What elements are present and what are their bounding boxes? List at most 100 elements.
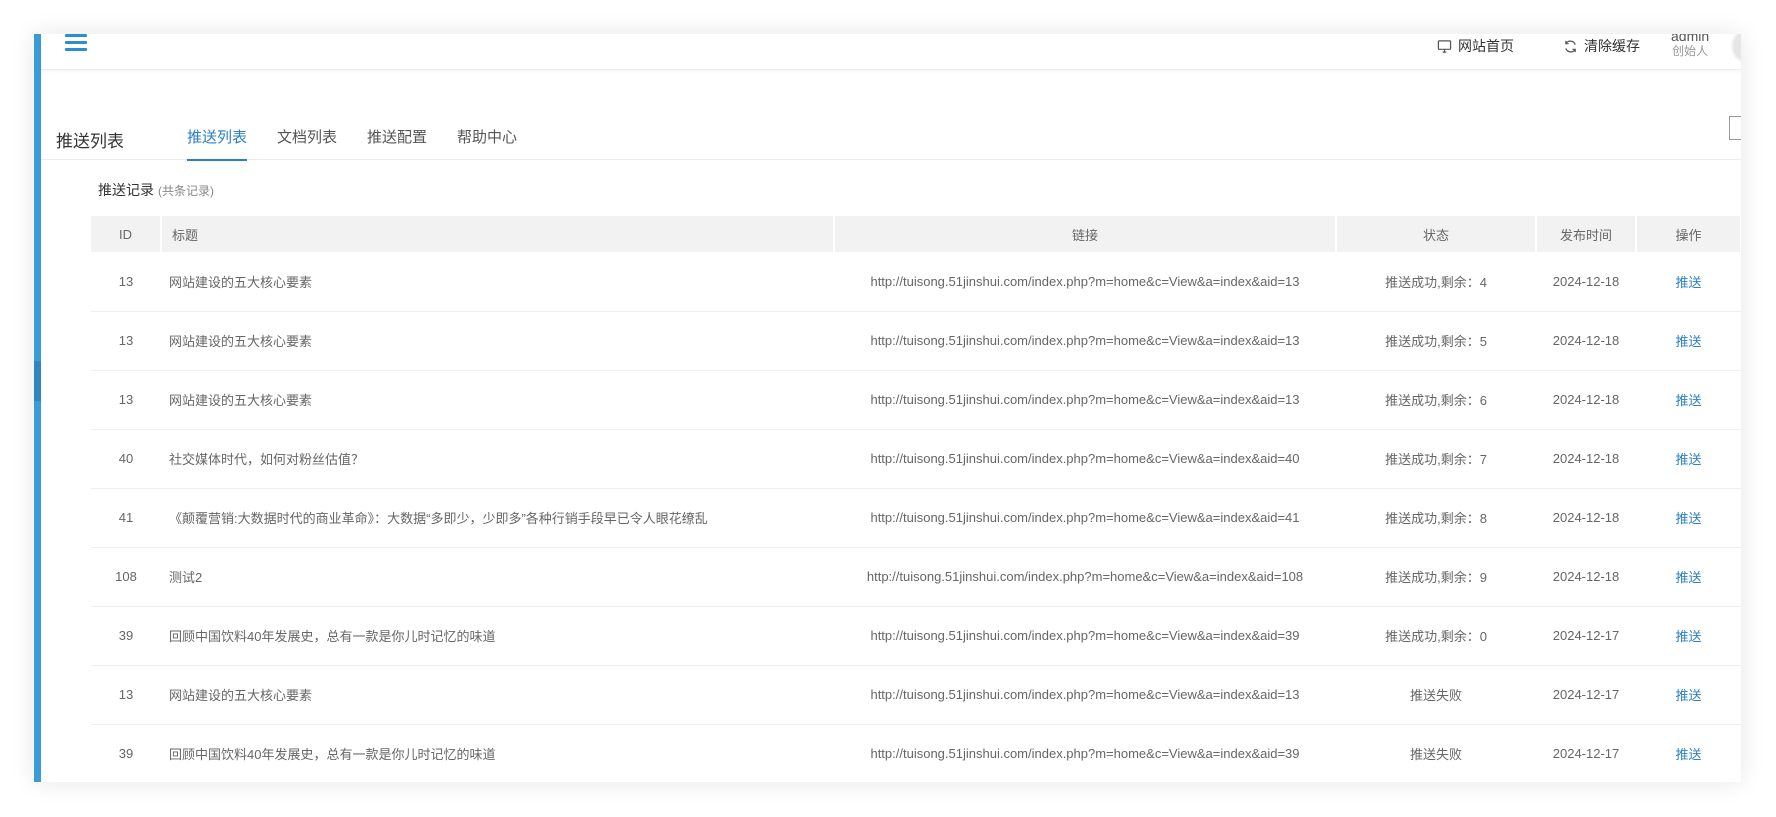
monitor-icon bbox=[1437, 39, 1452, 53]
cell-link: http://tuisong.51jinshui.com/index.php?m… bbox=[834, 370, 1336, 430]
menu-toggle-icon[interactable] bbox=[65, 34, 87, 56]
tab-push-list[interactable]: 推送列表 bbox=[187, 126, 248, 161]
app-frame: 网站首页 清除缓存 admin 创始人 推送列表 推送列表 文档列表 推送配置 … bbox=[34, 34, 1741, 782]
site-home-link[interactable]: 网站首页 bbox=[1437, 36, 1514, 56]
records-heading: 推送记录 (共条记录) bbox=[98, 180, 214, 200]
push-button[interactable]: 推送 bbox=[1675, 747, 1701, 762]
tab-document-list[interactable]: 文档列表 bbox=[277, 126, 337, 159]
cell-operation: 推送 bbox=[1636, 370, 1741, 430]
cell-link: http://tuisong.51jinshui.com/index.php?m… bbox=[834, 665, 1336, 725]
cell-date: 2024-12-18 bbox=[1536, 252, 1636, 312]
push-button[interactable]: 推送 bbox=[1675, 511, 1701, 526]
cell-title: 《颠覆营销:大数据时代的商业革命》：大数据“多即少，少即多”各种行销手段早已令人… bbox=[161, 488, 834, 548]
clear-cache-link[interactable]: 清除缓存 bbox=[1563, 36, 1640, 56]
cell-title: 测试2 bbox=[161, 547, 834, 607]
avatar[interactable] bbox=[1731, 34, 1741, 64]
cell-id: 13 bbox=[91, 252, 161, 312]
cell-operation: 推送 bbox=[1636, 547, 1741, 607]
table-row: 13 网站建设的五大核心要素 http://tuisong.51jinshui.co… bbox=[91, 252, 1741, 312]
push-button[interactable]: 推送 bbox=[1675, 688, 1701, 703]
cell-status: 推送成功,剩余：4 bbox=[1336, 252, 1536, 312]
records-title: 推送记录 bbox=[98, 182, 154, 198]
cell-title: 回顾中国饮料40年发展史，总有一款是你儿时记忆的味道 bbox=[161, 724, 834, 782]
tab-push-config[interactable]: 推送配置 bbox=[367, 126, 427, 159]
cell-date: 2024-12-18 bbox=[1536, 311, 1636, 371]
header-id: ID bbox=[91, 216, 162, 252]
table-header-row: ID 标题 链接 状态 发布时间 操作 bbox=[91, 216, 1741, 252]
push-button[interactable]: 推送 bbox=[1675, 275, 1701, 290]
tabs-bar: 推送列表 推送列表 文档列表 推送配置 帮助中心 bbox=[41, 70, 1741, 161]
cell-title: 回顾中国饮料40年发展史，总有一款是你儿时记忆的味道 bbox=[161, 606, 834, 666]
cell-status: 推送成功,剩余：8 bbox=[1336, 488, 1536, 548]
cell-date: 2024-12-18 bbox=[1536, 547, 1636, 607]
cell-id: 39 bbox=[91, 606, 161, 666]
cell-operation: 推送 bbox=[1636, 311, 1741, 371]
push-button[interactable]: 推送 bbox=[1675, 334, 1701, 349]
clear-cache-label: 清除缓存 bbox=[1584, 38, 1640, 54]
cell-status: 推送失败 bbox=[1336, 724, 1536, 782]
cell-id: 108 bbox=[91, 547, 161, 607]
header-date: 发布时间 bbox=[1536, 216, 1637, 252]
push-button[interactable]: 推送 bbox=[1675, 393, 1701, 408]
cell-operation: 推送 bbox=[1636, 724, 1741, 782]
cell-operation: 推送 bbox=[1636, 488, 1741, 548]
cell-title: 网站建设的五大核心要素 bbox=[161, 665, 834, 725]
user-role: 创始人 bbox=[1672, 44, 1709, 58]
push-button[interactable]: 推送 bbox=[1675, 570, 1701, 585]
cell-link: http://tuisong.51jinshui.com/index.php?m… bbox=[834, 606, 1336, 666]
cell-title: 社交媒体时代，如何对粉丝估值？ bbox=[161, 429, 834, 489]
cell-date: 2024-12-18 bbox=[1536, 488, 1636, 548]
table-row: 13 网站建设的五大核心要素 http://tuisong.51jinshui.co… bbox=[91, 311, 1741, 371]
cell-link: http://tuisong.51jinshui.com/index.php?m… bbox=[834, 311, 1336, 371]
push-records-table: ID 标题 链接 状态 发布时间 操作 13 网站建设的五大核心要素 http://… bbox=[91, 216, 1741, 782]
table-row: 39 回顾中国饮料40年发展史，总有一款是你儿时记忆的味道 http://tuiso… bbox=[91, 724, 1741, 782]
cell-id: 13 bbox=[91, 311, 161, 371]
tab-help-center[interactable]: 帮助中心 bbox=[457, 126, 517, 159]
cell-link: http://tuisong.51jinshui.com/index.php?m… bbox=[834, 252, 1336, 312]
cell-status: 推送成功,剩余：9 bbox=[1336, 547, 1536, 607]
table-row: 108 测试2 http://tuisong.51jinshui.com/index… bbox=[91, 547, 1741, 607]
cell-status: 推送失败 bbox=[1336, 665, 1536, 725]
table-row: 41 《颠覆营销:大数据时代的商业革命》：大数据“多即少，少即多”各种行销手段早已… bbox=[91, 488, 1741, 548]
table-row: 39 回顾中国饮料40年发展史，总有一款是你儿时记忆的味道 http://tuiso… bbox=[91, 606, 1741, 666]
table-row: 13 网站建设的五大核心要素 http://tuisong.51jinshui.co… bbox=[91, 665, 1741, 725]
cell-status: 推送成功,剩余：7 bbox=[1336, 429, 1536, 489]
header-link: 链接 bbox=[834, 216, 1337, 252]
cell-id: 13 bbox=[91, 370, 161, 430]
table-row: 13 网站建设的五大核心要素 http://tuisong.51jinshui.co… bbox=[91, 370, 1741, 430]
cell-link: http://tuisong.51jinshui.com/index.php?m… bbox=[834, 547, 1336, 607]
cell-operation: 推送 bbox=[1636, 252, 1741, 312]
top-header: 网站首页 清除缓存 admin 创始人 bbox=[41, 34, 1741, 70]
cell-title: 网站建设的五大核心要素 bbox=[161, 311, 834, 371]
cell-id: 13 bbox=[91, 665, 161, 725]
table-row: 40 社交媒体时代，如何对粉丝估值？ http://tuisong.51jinshu… bbox=[91, 429, 1741, 489]
cell-date: 2024-12-18 bbox=[1536, 429, 1636, 489]
corner-button[interactable] bbox=[1729, 116, 1741, 140]
user-info[interactable]: admin 创始人 bbox=[1671, 34, 1709, 58]
push-button[interactable]: 推送 bbox=[1675, 629, 1701, 644]
page-title: 推送列表 bbox=[56, 132, 124, 151]
cell-title: 网站建设的五大核心要素 bbox=[161, 252, 834, 312]
header-operation: 操作 bbox=[1636, 216, 1741, 252]
cell-date: 2024-12-18 bbox=[1536, 370, 1636, 430]
push-button[interactable]: 推送 bbox=[1675, 452, 1701, 467]
cell-operation: 推送 bbox=[1636, 429, 1741, 489]
cell-status: 推送成功,剩余：0 bbox=[1336, 606, 1536, 666]
records-count: (共条记录) bbox=[158, 184, 214, 198]
sidebar-strip bbox=[34, 34, 41, 782]
cell-link: http://tuisong.51jinshui.com/index.php?m… bbox=[834, 488, 1336, 548]
cell-id: 39 bbox=[91, 724, 161, 782]
user-name: admin bbox=[1671, 34, 1710, 44]
cell-id: 41 bbox=[91, 488, 161, 548]
header-title: 标题 bbox=[161, 216, 835, 252]
cell-link: http://tuisong.51jinshui.com/index.php?m… bbox=[834, 429, 1336, 489]
cell-status: 推送成功,剩余：6 bbox=[1336, 370, 1536, 430]
cell-date: 2024-12-17 bbox=[1536, 606, 1636, 666]
site-home-label: 网站首页 bbox=[1458, 38, 1514, 54]
cell-status: 推送成功,剩余：5 bbox=[1336, 311, 1536, 371]
refresh-icon bbox=[1565, 39, 1576, 53]
sidebar-active-marker bbox=[34, 361, 41, 401]
cell-date: 2024-12-17 bbox=[1536, 665, 1636, 725]
cell-id: 40 bbox=[91, 429, 161, 489]
cell-operation: 推送 bbox=[1636, 606, 1741, 666]
